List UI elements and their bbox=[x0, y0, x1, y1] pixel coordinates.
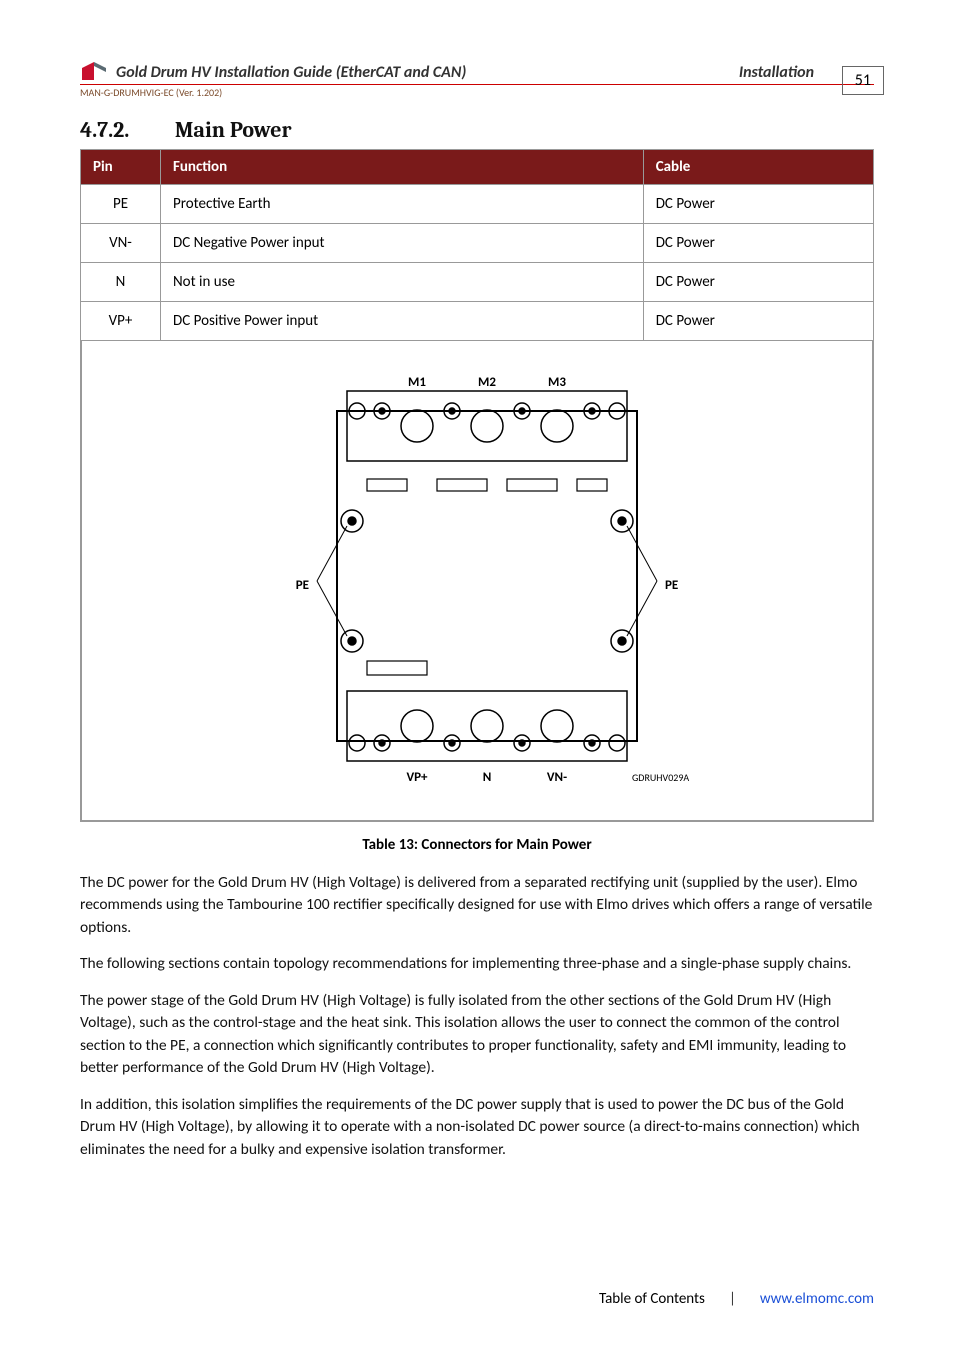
cell-cable: DC Power bbox=[643, 302, 873, 341]
elmo-logo-icon bbox=[80, 60, 108, 82]
col-function: Function bbox=[161, 150, 644, 185]
label-m2: M2 bbox=[478, 375, 496, 390]
heading-title: Main Power bbox=[175, 117, 292, 143]
page-footer: Table of Contents | www.elmomc.com bbox=[80, 1290, 874, 1308]
col-cable: Cable bbox=[643, 150, 873, 185]
body-paragraph: The following sections contain topology … bbox=[80, 953, 874, 975]
cell-pin: VP+ bbox=[81, 302, 161, 341]
table-row: VN- DC Negative Power input DC Power bbox=[81, 224, 874, 263]
table-row: PE Protective Earth DC Power bbox=[81, 185, 874, 224]
toc-link[interactable]: Table of Contents bbox=[599, 1290, 705, 1308]
cell-function: Not in use bbox=[161, 263, 644, 302]
col-pin: Pin bbox=[81, 150, 161, 185]
connector-figure: M1 M2 M3 bbox=[81, 341, 873, 821]
figure-caption: Table 13: Connectors for Main Power bbox=[80, 836, 874, 854]
cell-cable: DC Power bbox=[643, 263, 873, 302]
section-heading: 4.7.2. Main Power bbox=[80, 117, 874, 143]
page-number: 51 bbox=[842, 66, 884, 95]
label-pe-left: PE bbox=[296, 578, 309, 593]
cell-pin: N bbox=[81, 263, 161, 302]
cell-cable: DC Power bbox=[643, 224, 873, 263]
cell-function: DC Positive Power input bbox=[161, 302, 644, 341]
doc-title: Gold Drum HV Installation Guide (EtherCA… bbox=[116, 63, 466, 82]
label-n: N bbox=[483, 770, 492, 785]
manual-code: MAN-G-DRUMHVIG-EC (Ver. 1.202) bbox=[80, 86, 874, 99]
label-m1: M1 bbox=[408, 375, 426, 390]
cell-function: DC Negative Power input bbox=[161, 224, 644, 263]
table-row: N Not in use DC Power bbox=[81, 263, 874, 302]
pin-table: Pin Function Cable PE Protective Earth D… bbox=[80, 149, 874, 822]
label-pe-right: PE bbox=[665, 578, 678, 593]
body-paragraph: The DC power for the Gold Drum HV (High … bbox=[80, 872, 874, 939]
page-header: Gold Drum HV Installation Guide (EtherCA… bbox=[80, 60, 874, 85]
figure-row: M1 M2 M3 bbox=[81, 341, 874, 822]
body-paragraph: In addition, this isolation simplifies t… bbox=[80, 1094, 874, 1161]
cell-pin: VN- bbox=[81, 224, 161, 263]
section-name: Installation bbox=[739, 63, 814, 82]
drawing-code: GDRUHV029A bbox=[632, 771, 689, 784]
body-paragraph: The power stage of the Gold Drum HV (Hig… bbox=[80, 990, 874, 1080]
footer-separator: | bbox=[729, 1290, 736, 1308]
label-vn-minus: VN- bbox=[547, 770, 567, 785]
website-link[interactable]: www.elmomc.com bbox=[760, 1290, 874, 1308]
cell-cable: DC Power bbox=[643, 185, 873, 224]
label-vp-plus: VP+ bbox=[406, 770, 428, 785]
table-row: VP+ DC Positive Power input DC Power bbox=[81, 302, 874, 341]
cell-pin: PE bbox=[81, 185, 161, 224]
label-m3: M3 bbox=[548, 375, 566, 390]
cell-function: Protective Earth bbox=[161, 185, 644, 224]
table-header-row: Pin Function Cable bbox=[81, 150, 874, 185]
heading-number: 4.7.2. bbox=[80, 117, 170, 143]
